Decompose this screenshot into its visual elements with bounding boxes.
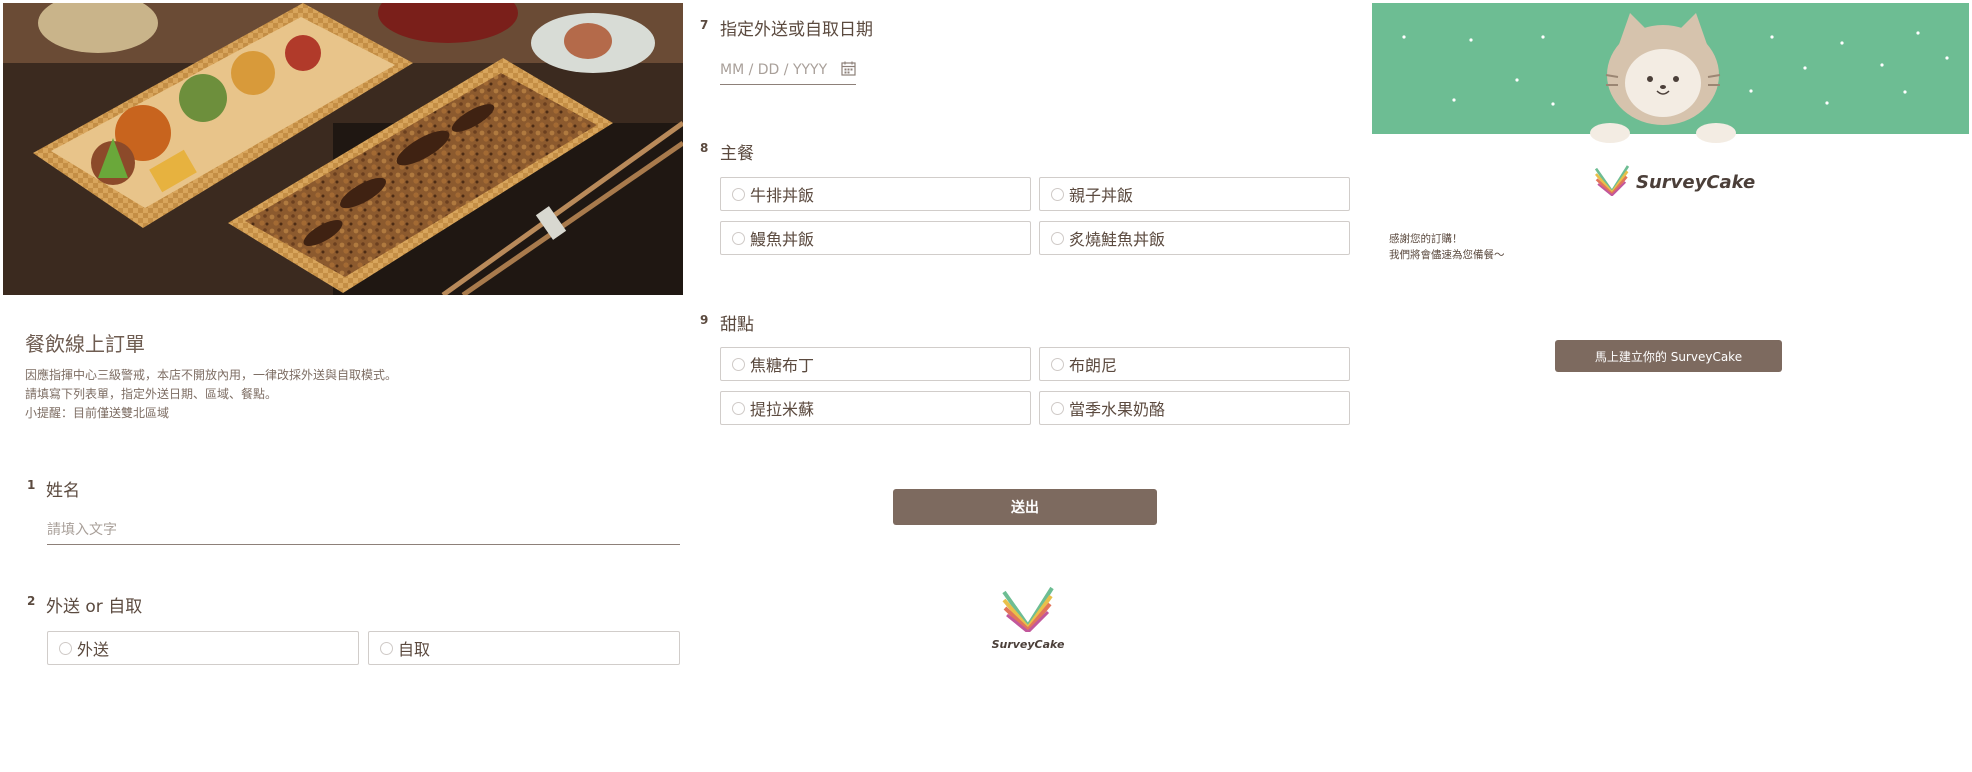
option-label: 牛排丼飯 (750, 186, 815, 205)
option-tiramisu[interactable]: 提拉米蘇 (720, 391, 1031, 425)
thanks-line: 我們將會儘速為您備餐～ (1389, 249, 1505, 261)
question-number: 8 (700, 141, 709, 155)
hero-food-image (3, 3, 683, 295)
question-title-date: 指定外送或自取日期 (720, 20, 873, 40)
question-title-name: 姓名 (46, 481, 80, 501)
brand-name: SurveyCake (1636, 171, 1756, 193)
question-title-main: 主餐 (720, 144, 754, 164)
thanks-brand: SurveyCake (1594, 164, 1755, 200)
option-label: 提拉米蘇 (750, 400, 815, 419)
option-brownie[interactable]: 布朗尼 (1039, 347, 1350, 381)
radio-circle-icon[interactable] (59, 641, 72, 655)
description-line: 小提醒：目前僅送雙北區域 (25, 406, 170, 420)
description-line: 因應指揮中心三級警戒，本店不開放內用，一律改採外送與自取模式。 (25, 368, 398, 382)
option-oyakodon[interactable]: 親子丼飯 (1039, 177, 1350, 211)
create-surveycake-button[interactable]: 馬上建立你的 SurveyCake (1555, 340, 1782, 372)
question-number: 7 (700, 18, 709, 32)
submit-button[interactable]: 送出 (893, 489, 1157, 525)
radio-circle-icon[interactable] (732, 401, 745, 415)
date-input[interactable]: MM / DD / YYYY (720, 56, 856, 85)
radio-circle-icon[interactable] (1051, 187, 1064, 201)
option-label: 親子丼飯 (1069, 186, 1134, 205)
question-title-dessert: 甜點 (720, 315, 754, 335)
thanks-banner (1372, 3, 1969, 143)
surveycake-logo-icon (1001, 586, 1055, 636)
footer-brand: SurveyCake (990, 586, 1066, 651)
question-number: 1 (27, 478, 36, 492)
form-description: 因應指揮中心三級警戒，本店不開放內用，一律改採外送與自取模式。 請填寫下列表單，… (25, 366, 397, 423)
option-steak-don[interactable]: 牛排丼飯 (720, 177, 1031, 211)
thanks-message: 感謝您的訂購！ 我們將會儘速為您備餐～ (1389, 231, 1505, 263)
thanks-line: 感謝您的訂購！ (1389, 233, 1463, 245)
radio-circle-icon[interactable] (732, 231, 745, 245)
surveycake-logo-icon (1594, 164, 1630, 200)
description-line: 請填寫下列表單，指定外送日期、區域、餐點。 (25, 387, 278, 401)
radio-circle-icon[interactable] (1051, 401, 1064, 415)
option-label: 焦糖布丁 (750, 356, 815, 375)
option-label: 布朗尼 (1069, 356, 1118, 375)
option-label: 自取 (398, 640, 431, 659)
option-pudding[interactable]: 焦糖布丁 (720, 347, 1031, 381)
radio-circle-icon[interactable] (380, 641, 393, 655)
brand-name: SurveyCake (991, 638, 1065, 651)
cat-mascot-icon (1588, 13, 1738, 157)
question-number: 9 (700, 313, 709, 327)
option-salmon-don[interactable]: 炙燒鮭魚丼飯 (1039, 221, 1350, 255)
radio-circle-icon[interactable] (1051, 231, 1064, 245)
radio-circle-icon[interactable] (1051, 357, 1064, 371)
option-label: 炙燒鮭魚丼飯 (1069, 230, 1166, 249)
radio-circle-icon[interactable] (732, 357, 745, 371)
option-fruit-pannacotta[interactable]: 當季水果奶酪 (1039, 391, 1350, 425)
question-title-delivery: 外送 or 自取 (46, 597, 143, 617)
option-pickup[interactable]: 自取 (368, 631, 680, 665)
option-delivery[interactable]: 外送 (47, 631, 359, 665)
option-label: 外送 (77, 640, 110, 659)
name-input[interactable] (47, 522, 680, 545)
option-label: 當季水果奶酪 (1069, 400, 1166, 419)
date-placeholder: MM / DD / YYYY (720, 62, 828, 78)
radio-circle-icon[interactable] (732, 187, 745, 201)
question-number: 2 (27, 594, 36, 608)
calendar-icon[interactable] (841, 61, 856, 80)
option-eel-don[interactable]: 鰻魚丼飯 (720, 221, 1031, 255)
option-label: 鰻魚丼飯 (750, 230, 815, 249)
form-title: 餐飲線上訂單 (25, 332, 145, 356)
